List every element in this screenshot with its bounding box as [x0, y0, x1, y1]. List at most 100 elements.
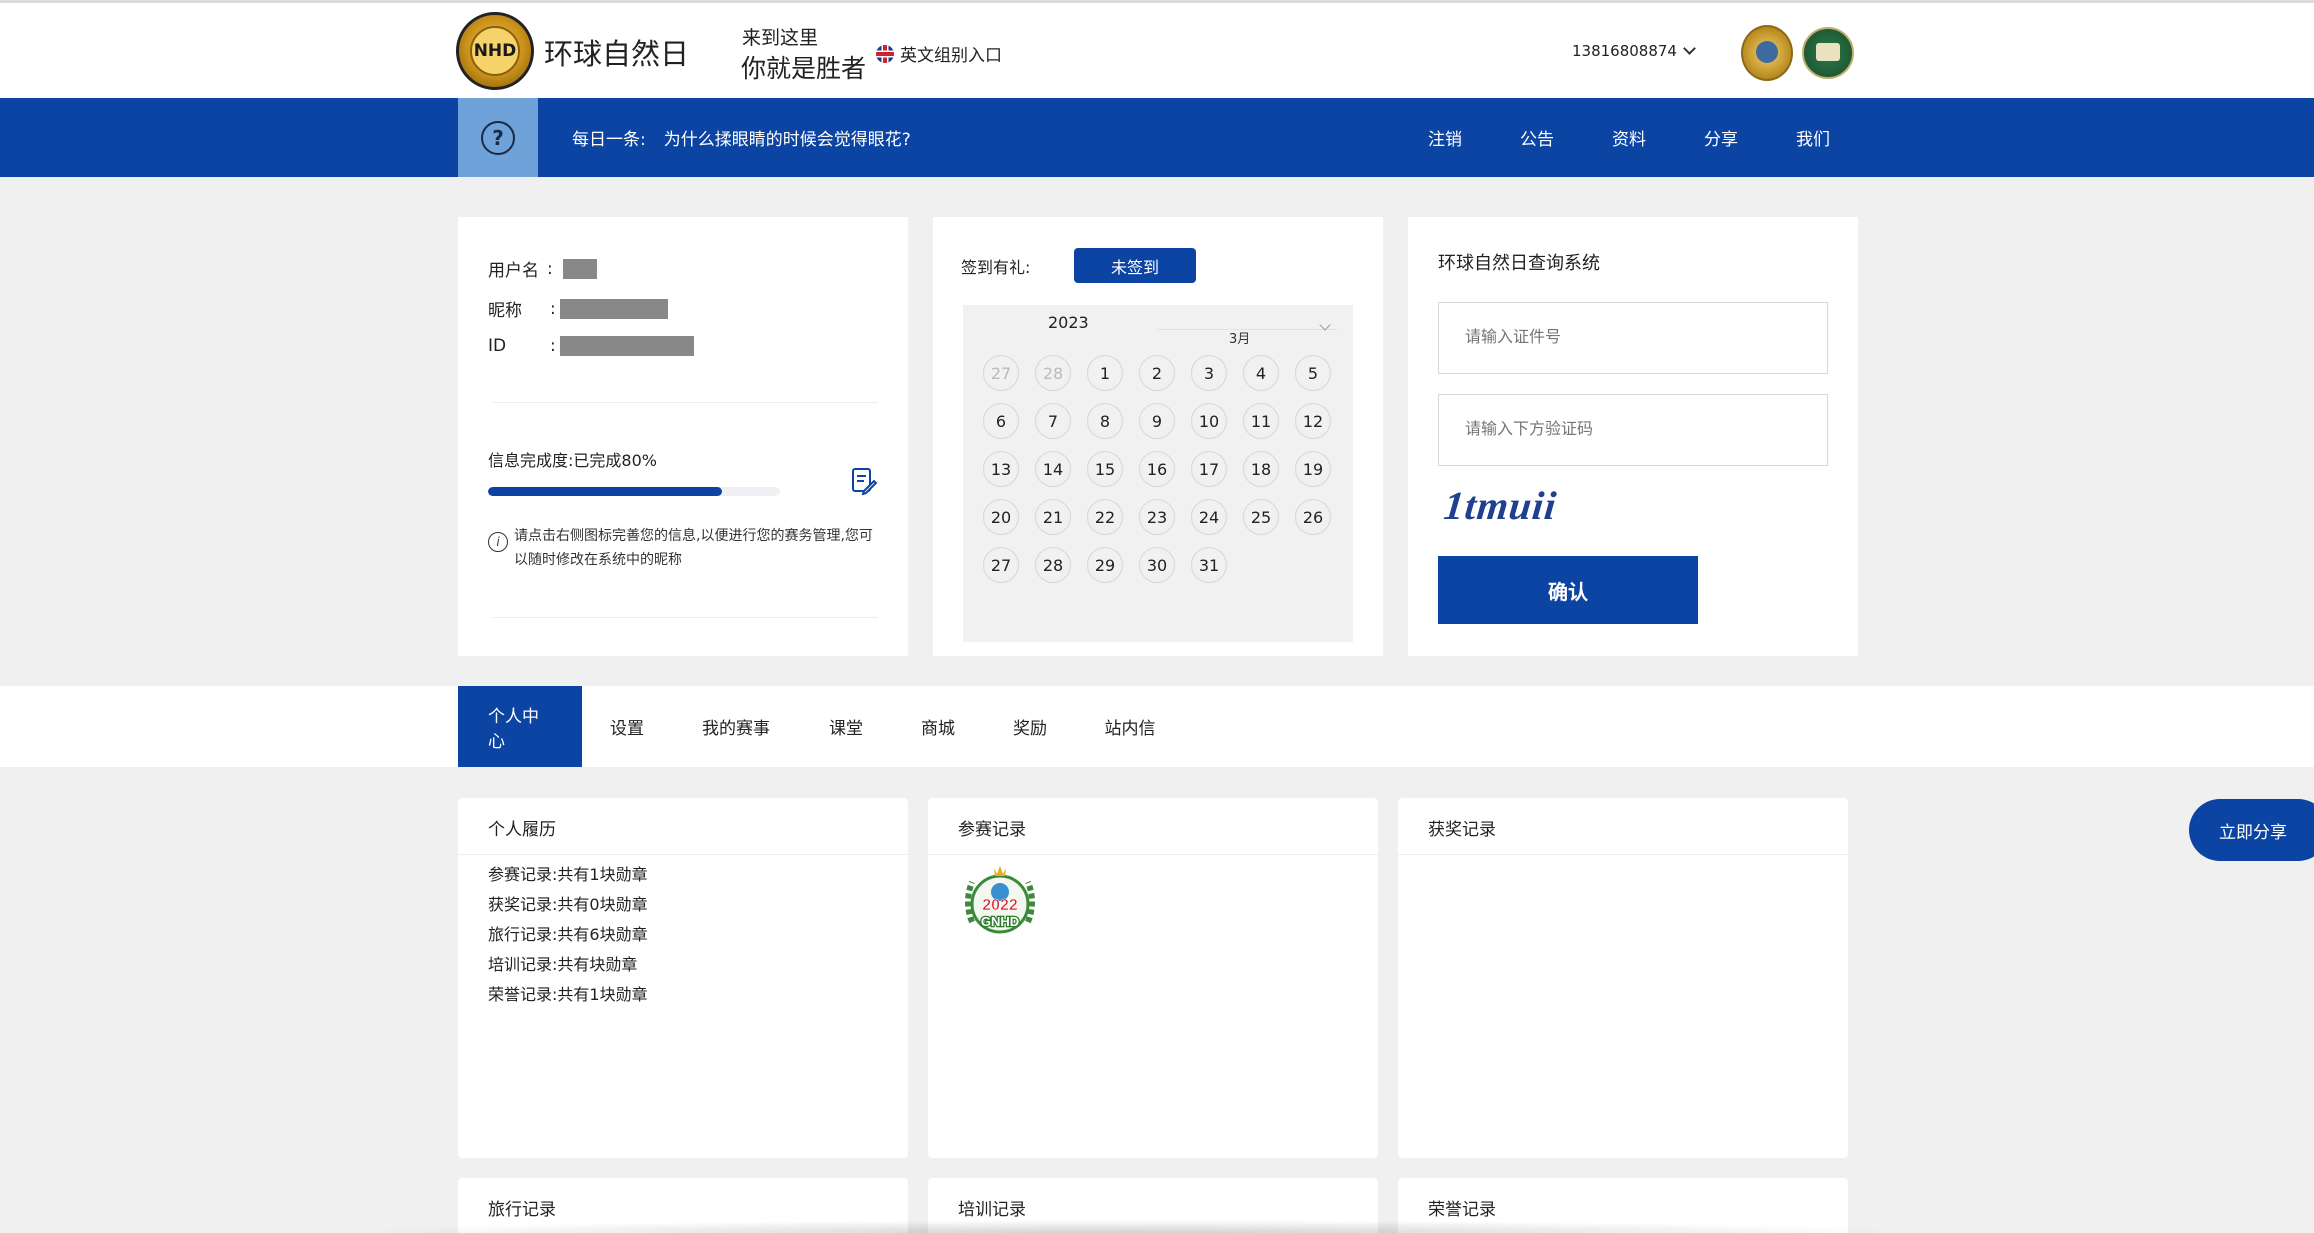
tab-personal-center[interactable]: 个人中心 [458, 686, 582, 767]
travel-title: 旅行记录 [488, 1200, 556, 1220]
user-phone-number: 13816808874 [1572, 42, 1677, 60]
query-card: 环球自然日查询系统 1tmuii 确认 [1408, 217, 1858, 656]
calendar-day[interactable]: 4 [1243, 355, 1279, 391]
calendar-day[interactable]: 7 [1035, 403, 1071, 439]
divider [493, 617, 878, 618]
calendar-day[interactable]: 21 [1035, 499, 1071, 535]
info-icon: i [488, 532, 508, 552]
nickname-row: 昵称 : [488, 296, 668, 321]
calendar-day[interactable]: 5 [1295, 355, 1331, 391]
resume-item: 荣誉记录:共有1块勋章 [488, 985, 648, 1004]
english-entry-label: 英文组别入口 [900, 46, 1002, 66]
calendar-day[interactable]: 1 [1087, 355, 1123, 391]
checkin-button[interactable]: 未签到 [1074, 248, 1196, 283]
calendar-day[interactable]: 31 [1191, 547, 1227, 583]
main-nav: ? 每日一条: 为什么揉眼睛的时候会觉得眼花? 注销 公告 资料 分享 我们 [0, 98, 2314, 177]
nav-links: 注销 公告 资料 分享 我们 [1428, 125, 1888, 150]
top-header: NHD 环球自然日 来到这里 你就是胜者 英文组别入口 13816808874 [0, 0, 2314, 98]
partner-badge-globe [1741, 25, 1793, 81]
resume-panel: 个人履历 参赛记录:共有1块勋章 获奖记录:共有0块勋章 旅行记录:共有6块勋章… [458, 798, 908, 1158]
share-now-button[interactable]: 立即分享 [2189, 799, 2314, 861]
calendar-day[interactable]: 16 [1139, 451, 1175, 487]
calendar-day[interactable]: 10 [1191, 403, 1227, 439]
daily-question: 为什么揉眼睛的时候会觉得眼花? [663, 130, 911, 150]
medal-2022-gnhd-icon[interactable]: 2022 GNHD [960, 862, 1040, 944]
slogan-line1: 来到这里 [742, 27, 819, 49]
calendar-day[interactable]: 11 [1243, 403, 1279, 439]
tab-store[interactable]: 商城 [892, 686, 984, 767]
id-row: ID : [488, 336, 694, 356]
site-title[interactable]: 环球自然日 [544, 31, 689, 73]
confirm-button[interactable]: 确认 [1438, 556, 1698, 624]
tab-classroom[interactable]: 课堂 [800, 686, 892, 767]
calendar-day[interactable]: 13 [983, 451, 1019, 487]
nav-about-us[interactable]: 我们 [1796, 125, 1888, 150]
daily-prefix: 每日一条: [572, 130, 646, 150]
calendar-day[interactable]: 3 [1191, 355, 1227, 391]
calendar-days-grid: 27 28 1 2 3 4 5 6 7 8 9 10 11 12 13 14 15 16 17 18 19 20 21 22 2… [983, 355, 1331, 583]
calendar-day[interactable]: 20 [983, 499, 1019, 535]
calendar-day[interactable]: 17 [1191, 451, 1227, 487]
calendar-day[interactable]: 15 [1087, 451, 1123, 487]
calendar-month[interactable]: 3月 [1229, 328, 1250, 347]
calendar-day[interactable]: 14 [1035, 451, 1071, 487]
resume-item: 培训记录:共有块勋章 [488, 955, 638, 974]
calendar-day[interactable]: 12 [1295, 403, 1331, 439]
divider [928, 854, 1378, 855]
awards-panel: 获奖记录 [1398, 798, 1848, 1158]
honors-title: 荣誉记录 [1428, 1200, 1496, 1220]
tab-messages[interactable]: 站内信 [1076, 686, 1184, 767]
nav-resources[interactable]: 资料 [1612, 125, 1704, 150]
checkin-calendar: 2023 3月 27 28 1 2 3 4 5 6 7 8 9 10 11 12 13 14 15 16 17 18 1… [963, 305, 1353, 642]
nav-announcements[interactable]: 公告 [1520, 125, 1612, 150]
calendar-day[interactable]: 8 [1087, 403, 1123, 439]
query-title: 环球自然日查询系统 [1438, 253, 1600, 274]
nav-logout[interactable]: 注销 [1428, 125, 1520, 150]
captcha-image[interactable]: 1tmuii [1442, 482, 1560, 529]
calendar-day[interactable]: 29 [1087, 547, 1123, 583]
calendar-day[interactable]: 19 [1295, 451, 1331, 487]
user-account-dropdown[interactable]: 13816808874 [1572, 42, 1696, 60]
captcha-input[interactable] [1438, 394, 1828, 466]
calendar-day[interactable]: 27 [983, 547, 1019, 583]
calendar-day[interactable]: 25 [1243, 499, 1279, 535]
tab-settings[interactable]: 设置 [582, 686, 672, 767]
username-redacted [562, 258, 597, 279]
calendar-day[interactable]: 26 [1295, 499, 1331, 535]
english-entry-link[interactable]: 英文组别入口 [876, 41, 1002, 66]
calendar-day[interactable]: 28 [1035, 547, 1071, 583]
resume-item: 参赛记录:共有1块勋章 [488, 865, 648, 884]
divider [458, 854, 908, 855]
chevron-down-icon [1683, 42, 1696, 55]
nickname-redacted [559, 298, 668, 319]
profile-card: 用户名 : 昵称 : ID : 信息完成度:已完成80% i 请点击右侧图标完善… [458, 217, 908, 656]
calendar-day[interactable]: 9 [1139, 403, 1175, 439]
username-row: 用户名 : [488, 256, 597, 281]
tab-my-competitions[interactable]: 我的赛事 [672, 686, 800, 767]
resume-list: 参赛记录:共有1块勋章 获奖记录:共有0块勋章 旅行记录:共有6块勋章 培训记录… [488, 860, 648, 1010]
calendar-day[interactable]: 24 [1191, 499, 1227, 535]
calendar-day[interactable]: 30 [1139, 547, 1175, 583]
checkin-label: 签到有礼: [961, 258, 1031, 277]
calendar-day[interactable]: 6 [983, 403, 1019, 439]
calendar-day[interactable]: 18 [1243, 451, 1279, 487]
calendar-day[interactable]: 27 [983, 355, 1019, 391]
calendar-day[interactable]: 28 [1035, 355, 1071, 391]
nav-share[interactable]: 分享 [1704, 125, 1796, 150]
nhd-logo[interactable]: NHD [456, 12, 534, 90]
edit-profile-icon[interactable] [851, 467, 877, 495]
bottom-shadow [330, 1220, 1930, 1233]
tab-rewards[interactable]: 奖励 [984, 686, 1076, 767]
completion-progress-bar [488, 487, 780, 496]
daily-tip[interactable]: 每日一条: 为什么揉眼睛的时候会觉得眼花? [572, 125, 911, 150]
checkin-card: 签到有礼: 未签到 2023 3月 27 28 1 2 3 4 5 6 7 8 9 10 11 12 13 1… [933, 217, 1383, 656]
profile-hint: i 请点击右侧图标完善您的信息,以便进行您的赛务管理,您可以随时修改在系统中的昵… [488, 524, 878, 572]
calendar-day[interactable]: 23 [1139, 499, 1175, 535]
certificate-number-input[interactable] [1438, 302, 1828, 374]
resume-item: 获奖记录:共有0块勋章 [488, 895, 648, 914]
calendar-day[interactable]: 22 [1087, 499, 1123, 535]
calendar-year[interactable]: 2023 [1048, 313, 1089, 332]
calendar-day[interactable]: 2 [1139, 355, 1175, 391]
resume-title: 个人履历 [488, 820, 556, 840]
completion-progress-fill [488, 487, 722, 496]
